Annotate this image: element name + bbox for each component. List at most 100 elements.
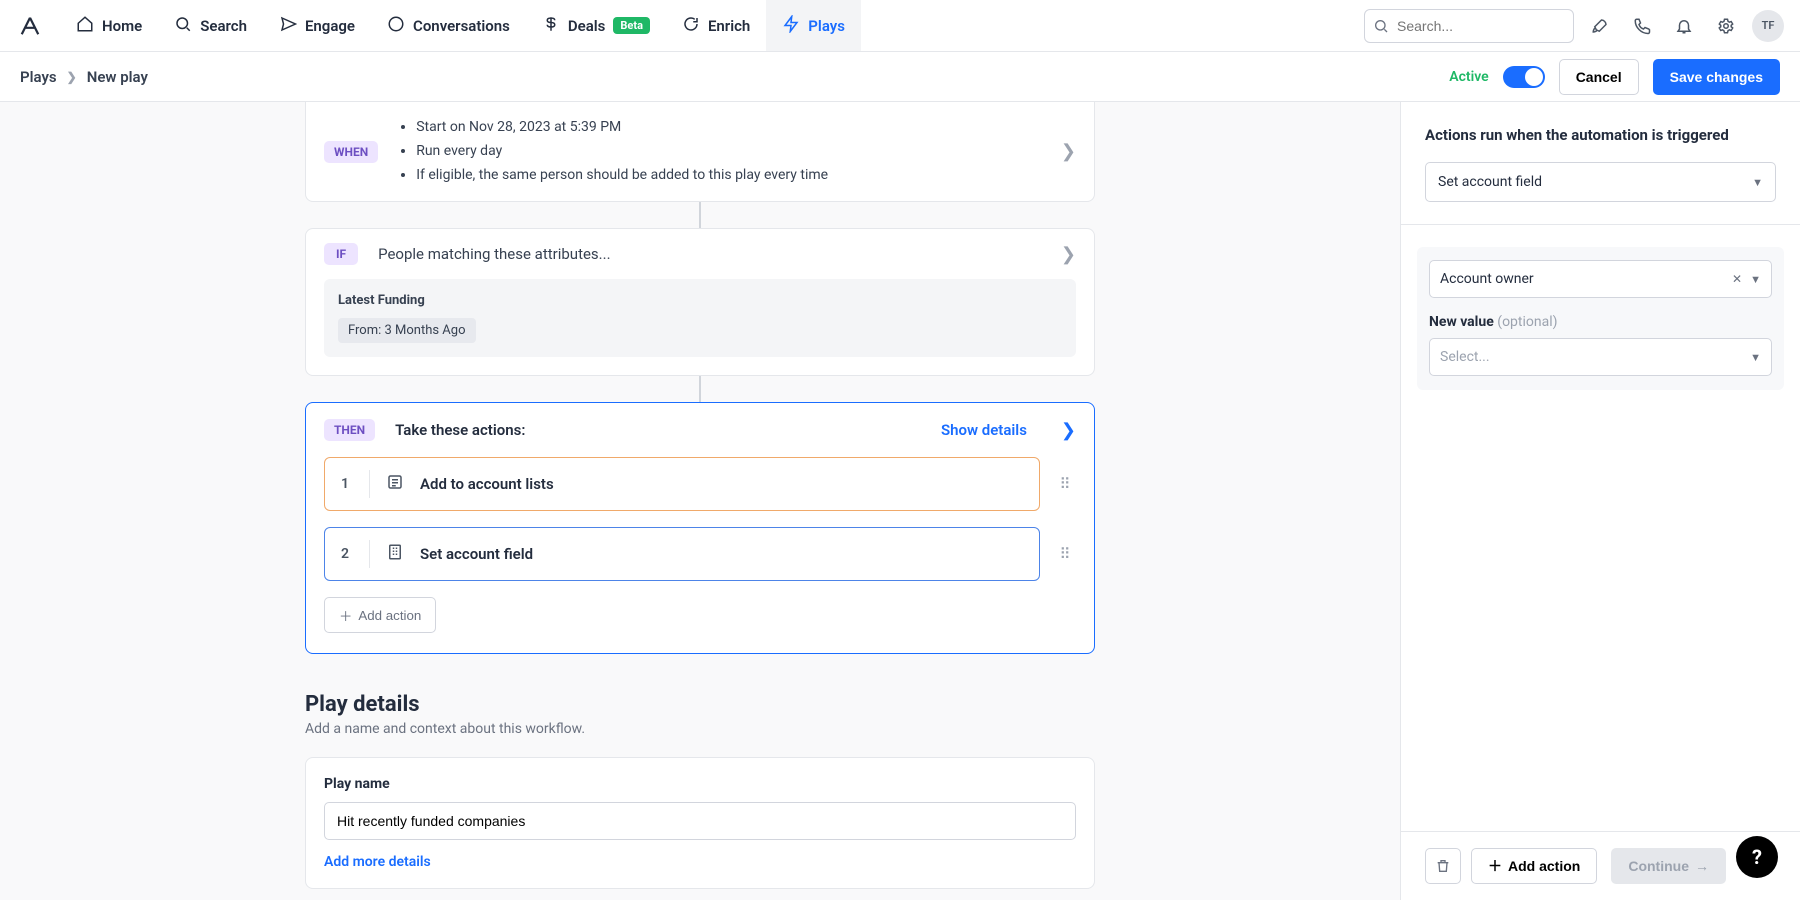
global-search[interactable] bbox=[1364, 9, 1574, 43]
when-summary: Start on Nov 28, 2023 at 5:39 PM Run eve… bbox=[398, 116, 1041, 187]
phone-icon[interactable] bbox=[1626, 10, 1658, 42]
divider bbox=[1401, 224, 1800, 225]
send-icon bbox=[279, 15, 297, 37]
action-item-1[interactable]: 1 Add to account lists bbox=[324, 457, 1040, 511]
action-row: 1 Add to account lists ⠿ bbox=[324, 457, 1076, 511]
play-details-section: Play details Add a name and context abou… bbox=[305, 692, 1095, 889]
add-action-label: Add action bbox=[1508, 858, 1580, 874]
drag-handle-icon[interactable]: ⠿ bbox=[1056, 481, 1076, 487]
continue-label: Continue bbox=[1628, 858, 1689, 874]
play-details-sub: Add a name and context about this workfl… bbox=[305, 721, 1095, 737]
add-action-button[interactable]: ＋ Add action bbox=[324, 597, 436, 633]
add-more-details-link[interactable]: Add more details bbox=[324, 854, 1076, 870]
nav-label: Deals bbox=[568, 17, 606, 35]
new-value-select[interactable]: Select... ▼ bbox=[1429, 338, 1772, 376]
search-icon bbox=[174, 15, 192, 37]
trash-icon bbox=[1435, 858, 1451, 874]
delete-action-button[interactable] bbox=[1425, 848, 1461, 884]
bell-icon[interactable] bbox=[1668, 10, 1700, 42]
action-row: 2 Set account field ⠿ bbox=[324, 527, 1076, 581]
nav-label: Engage bbox=[305, 17, 355, 35]
field-select-value: Account owner bbox=[1440, 271, 1534, 287]
lightning-icon bbox=[782, 15, 800, 37]
nav-label: Enrich bbox=[708, 17, 750, 35]
nav-label: Search bbox=[200, 17, 247, 35]
rocket-icon[interactable] bbox=[1584, 10, 1616, 42]
filter-name: Latest Funding bbox=[338, 293, 1062, 308]
divider bbox=[369, 540, 370, 568]
if-card[interactable]: IF People matching these attributes... ❯… bbox=[305, 228, 1095, 376]
nav-home[interactable]: Home bbox=[60, 0, 158, 51]
nav-label: Plays bbox=[808, 17, 845, 35]
clear-icon[interactable]: ✕ bbox=[1732, 272, 1742, 286]
then-title: Take these actions: bbox=[395, 421, 525, 439]
flow-connector bbox=[699, 202, 701, 228]
nav-conversations[interactable]: Conversations bbox=[371, 0, 526, 51]
save-changes-button[interactable]: Save changes bbox=[1653, 59, 1780, 95]
canvas: WHEN Start on Nov 28, 2023 at 5:39 PM Ru… bbox=[0, 102, 1400, 900]
if-title: People matching these attributes... bbox=[378, 245, 610, 263]
plus-icon: ＋ bbox=[1488, 856, 1502, 876]
panel-title: Actions run when the automation is trigg… bbox=[1425, 126, 1776, 144]
action-type-select[interactable]: Set account field ▼ bbox=[1425, 162, 1776, 202]
when-line: Run every day bbox=[416, 140, 1041, 164]
building-icon bbox=[386, 543, 404, 565]
action-label: Add to account lists bbox=[420, 475, 554, 493]
chevron-right-icon: ❯ bbox=[1061, 244, 1076, 265]
nav-deals[interactable]: Deals Beta bbox=[526, 0, 666, 51]
list-icon bbox=[386, 473, 404, 495]
if-tag: IF bbox=[324, 243, 358, 265]
breadcrumb-root[interactable]: Plays bbox=[20, 68, 57, 86]
play-name-input[interactable] bbox=[324, 802, 1076, 840]
divider bbox=[369, 470, 370, 498]
action-config-panel: Actions run when the automation is trigg… bbox=[1400, 102, 1800, 900]
dollar-icon bbox=[542, 15, 560, 37]
when-line: If eligible, the same person should be a… bbox=[416, 164, 1041, 188]
panel-add-action-button[interactable]: ＋ Add action bbox=[1471, 848, 1597, 884]
action-label: Set account field bbox=[420, 545, 533, 563]
nav-label: Home bbox=[102, 17, 142, 35]
top-nav: Home Search Engage Conversations Deals B… bbox=[0, 0, 1800, 52]
filter-chip[interactable]: From: 3 Months Ago bbox=[338, 318, 476, 343]
nav-search[interactable]: Search bbox=[158, 0, 263, 51]
help-fab[interactable]: ? bbox=[1736, 836, 1778, 878]
account-field-select[interactable]: Account owner ✕ ▼ bbox=[1429, 260, 1772, 298]
then-tag: THEN bbox=[324, 419, 375, 441]
cancel-button[interactable]: Cancel bbox=[1559, 59, 1639, 95]
chevron-right-icon: ❯ bbox=[67, 70, 77, 84]
when-tag: WHEN bbox=[324, 141, 378, 163]
plus-icon: ＋ bbox=[339, 606, 352, 625]
flow-connector bbox=[699, 376, 701, 402]
nav-engage[interactable]: Engage bbox=[263, 0, 371, 51]
active-toggle[interactable] bbox=[1503, 66, 1545, 88]
continue-button[interactable]: Continue → bbox=[1611, 848, 1726, 884]
active-status-label: Active bbox=[1449, 69, 1488, 85]
search-input[interactable] bbox=[1364, 9, 1574, 43]
nav-label: Conversations bbox=[413, 17, 510, 35]
action-type-value: Set account field bbox=[1438, 174, 1542, 190]
caret-down-icon: ▼ bbox=[1752, 176, 1763, 189]
gear-icon[interactable] bbox=[1710, 10, 1742, 42]
chevron-right-icon: ❯ bbox=[1061, 420, 1076, 441]
action-item-2[interactable]: 2 Set account field bbox=[324, 527, 1040, 581]
home-icon bbox=[76, 15, 94, 37]
action-number: 2 bbox=[341, 546, 353, 562]
then-card: THEN Take these actions: Show details ❯ … bbox=[305, 402, 1095, 654]
when-card[interactable]: WHEN Start on Nov 28, 2023 at 5:39 PM Ru… bbox=[305, 102, 1095, 202]
user-avatar[interactable]: TF bbox=[1752, 10, 1784, 42]
chat-icon bbox=[387, 15, 405, 37]
beta-badge: Beta bbox=[613, 17, 650, 34]
nav-plays[interactable]: Plays bbox=[766, 0, 861, 51]
show-details-link[interactable]: Show details bbox=[941, 421, 1027, 439]
add-action-label: Add action bbox=[358, 608, 421, 623]
play-name-label: Play name bbox=[324, 776, 1076, 792]
chevron-right-icon: ❯ bbox=[1061, 141, 1076, 162]
when-line: Start on Nov 28, 2023 at 5:39 PM bbox=[416, 116, 1041, 140]
new-value-label: New value (optional) bbox=[1429, 314, 1772, 330]
drag-handle-icon[interactable]: ⠿ bbox=[1056, 551, 1076, 557]
action-number: 1 bbox=[341, 476, 353, 492]
app-logo[interactable] bbox=[16, 12, 44, 40]
breadcrumb-current: New play bbox=[87, 68, 148, 86]
nav-enrich[interactable]: Enrich bbox=[666, 0, 766, 51]
search-icon bbox=[1373, 18, 1389, 34]
